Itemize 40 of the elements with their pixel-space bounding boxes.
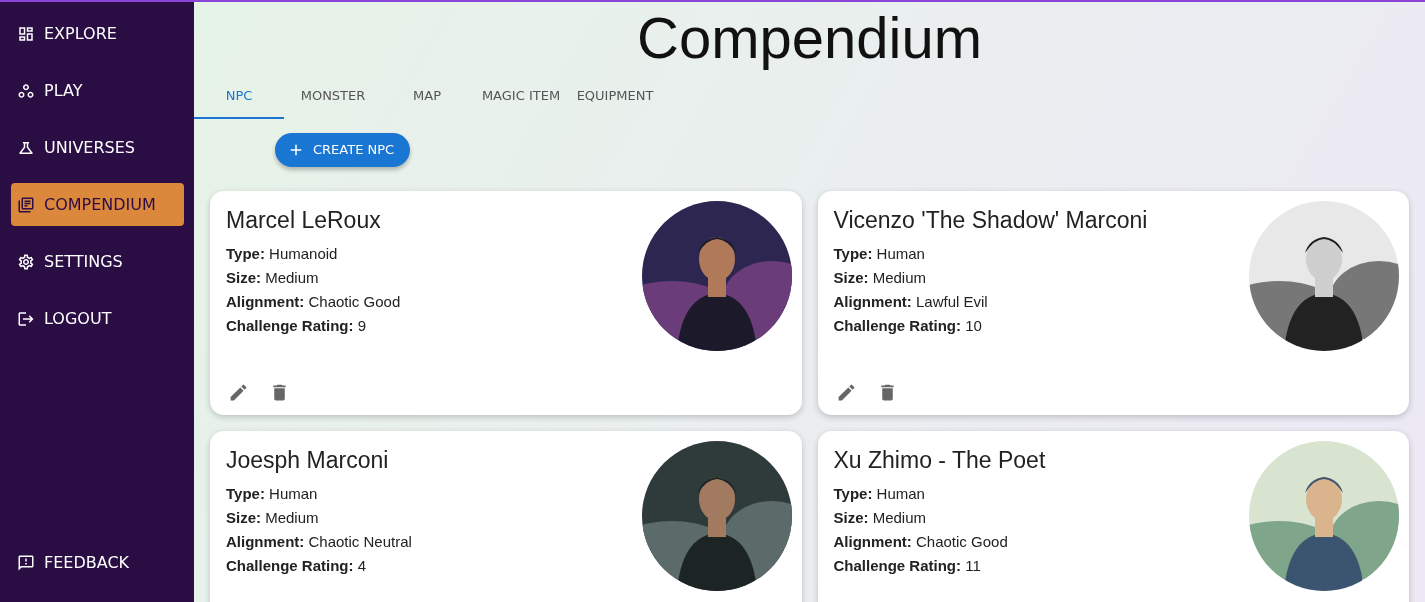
nav-icon [17, 309, 35, 328]
npc-name: Joesph Marconi [226, 446, 390, 474]
npc-name: Xu Zhimo - The Poet [833, 446, 1046, 474]
category-tab[interactable]: MAP [382, 75, 472, 119]
npc-attribute: Type: Human [833, 243, 926, 264]
nav-icon [17, 252, 35, 271]
npc-attribute: Size: Medium [833, 507, 928, 528]
sidebar-item[interactable]: COMPENDIUM [11, 183, 184, 226]
npc-attribute: Alignment: Chaotic Good [833, 531, 1009, 552]
npc-attribute: Type: Human [833, 483, 926, 504]
category-tab[interactable]: EQUIPMENT [570, 75, 660, 119]
page-title: Compendium [636, 6, 983, 70]
sidebar-item[interactable]: EXPLORE [11, 12, 184, 55]
npc-attribute: Size: Medium [226, 507, 320, 528]
npc-attribute: Challenge Rating: 11 [833, 555, 982, 576]
npc-attribute: Challenge Rating: 4 [226, 555, 368, 576]
npc-name: Vicenzo 'The Shadow' Marconi [833, 206, 1148, 234]
npc-attribute: Type: Human [226, 483, 319, 504]
category-tab[interactable]: NPC [194, 75, 284, 119]
sidebar-item[interactable]: LOGOUT [11, 297, 184, 340]
npc-attribute: Size: Medium [833, 267, 928, 288]
npc-attribute: Size: Medium [226, 267, 320, 288]
npc-attribute: Alignment: Chaotic Neutral [226, 531, 412, 552]
feedback-icon [17, 553, 35, 572]
sidebar-item[interactable]: UNIVERSES [11, 126, 184, 169]
npc-attribute: Challenge Rating: 10 [833, 315, 983, 336]
feedback-link[interactable]: FEEDBACK [11, 541, 184, 584]
category-tab[interactable]: MAGIC ITEM [476, 75, 566, 119]
sidebar-item[interactable]: SETTINGS [11, 240, 184, 283]
npc-attribute: Type: Humanoid [226, 243, 339, 264]
npc-attribute: Alignment: Lawful Evil [833, 291, 989, 312]
npc-name: Marcel LeRoux [226, 206, 382, 234]
nav-icon [17, 24, 35, 43]
create-button[interactable]: CREATE NPC [275, 132, 411, 167]
nav-icon [17, 81, 35, 100]
category-tab[interactable]: MONSTER [288, 75, 378, 119]
npc-attribute: Challenge Rating: 9 [226, 315, 368, 336]
nav-icon [17, 195, 35, 214]
sidebar-item[interactable]: PLAY [11, 69, 184, 112]
npc-attribute: Alignment: Chaotic Good [226, 291, 401, 312]
